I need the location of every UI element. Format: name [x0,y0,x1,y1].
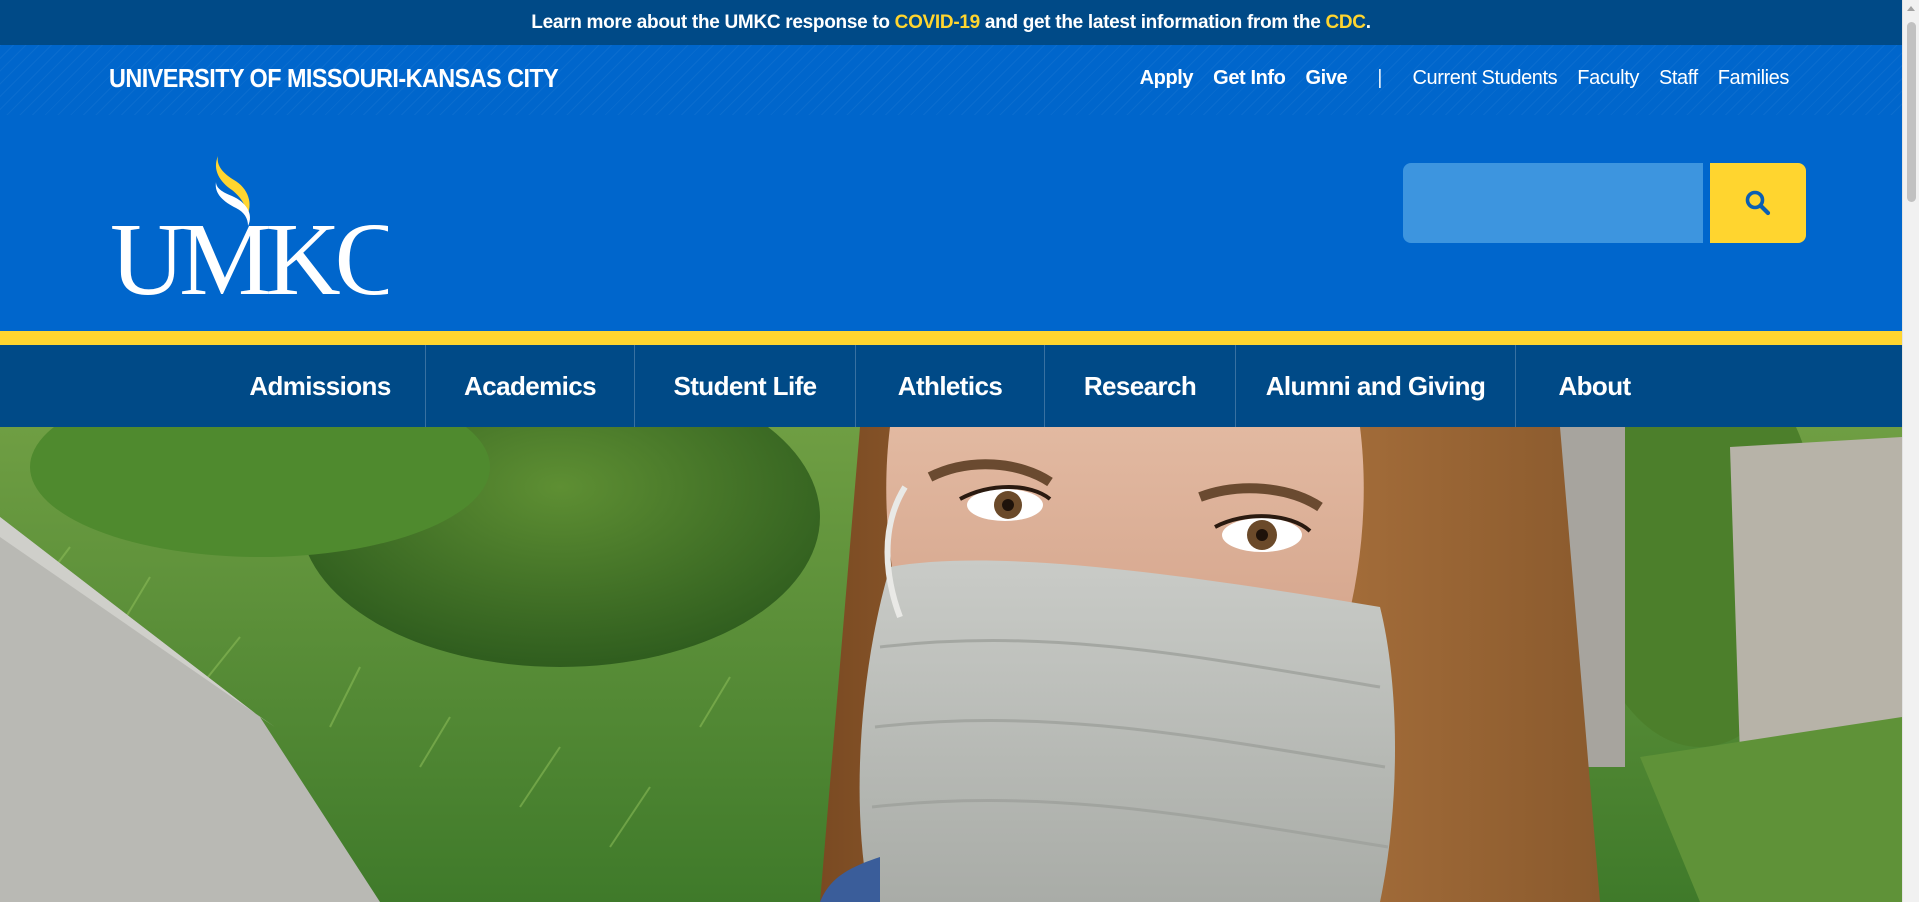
scroll-up-arrow-icon[interactable] [1907,6,1915,11]
utility-links: Apply Get Info Give | Current Students F… [1120,67,1790,90]
alert-text-suffix: . [1365,11,1371,33]
nav-label: Research [1083,370,1197,401]
faculty-link[interactable]: Faculty [1577,67,1639,90]
site-header: UMKC [0,115,1902,331]
staff-link[interactable]: Staff [1659,67,1698,90]
university-name-link[interactable]: UNIVERSITY OF MISSOURI-KANSAS CITY [109,63,559,94]
search-icon [1745,190,1771,216]
give-link[interactable]: Give [1306,67,1348,90]
nav-label: About [1558,370,1631,401]
main-navigation: Admissions Academics Student Life Athlet… [0,345,1902,427]
nav-label: Alumni and Giving [1265,370,1486,401]
alert-text-prefix: Learn more about the UMKC response to [531,11,890,33]
utility-bar: UNIVERSITY OF MISSOURI-KANSAS CITY Apply… [0,45,1902,115]
umkc-logo[interactable]: UMKC [108,152,405,317]
scrollbar-thumb[interactable] [1907,22,1916,202]
utility-separator: | [1377,67,1383,89]
nav-label: Athletics [897,370,1003,401]
page: Learn more about the UMKC response to CO… [0,0,1902,902]
nav-alumni-and-giving[interactable]: Alumni and Giving [1236,345,1516,427]
covid-alert-bar: Learn more about the UMKC response to CO… [0,0,1902,45]
page-scrollbar[interactable] [1902,0,1919,902]
families-link[interactable]: Families [1718,67,1790,90]
get-info-link[interactable]: Get Info [1213,67,1286,90]
nav-about[interactable]: About [1516,345,1673,427]
apply-link[interactable]: Apply [1140,67,1194,90]
nav-athletics[interactable]: Athletics [856,345,1045,427]
logo-wordmark: UMKC [110,202,388,297]
umkc-logo-mark: UMKC [110,156,405,317]
nav-label: Academics [464,370,597,401]
covid-19-link[interactable]: COVID-19 [895,12,981,34]
hero-image [0,427,1902,902]
search-button[interactable] [1710,163,1806,243]
nav-academics[interactable]: Academics [426,345,635,427]
gold-divider [0,331,1902,345]
nav-admissions[interactable]: Admissions [215,345,426,427]
search-input[interactable] [1403,163,1703,243]
nav-student-life[interactable]: Student Life [635,345,856,427]
nav-research[interactable]: Research [1045,345,1236,427]
cdc-link[interactable]: CDC [1325,12,1366,34]
alert-text-middle: and get the latest information from the [984,11,1321,33]
current-students-link[interactable]: Current Students [1412,67,1557,90]
nav-label: Admissions [249,370,391,401]
hero-video[interactable] [0,427,1902,902]
nav-label: Student Life [673,370,817,401]
